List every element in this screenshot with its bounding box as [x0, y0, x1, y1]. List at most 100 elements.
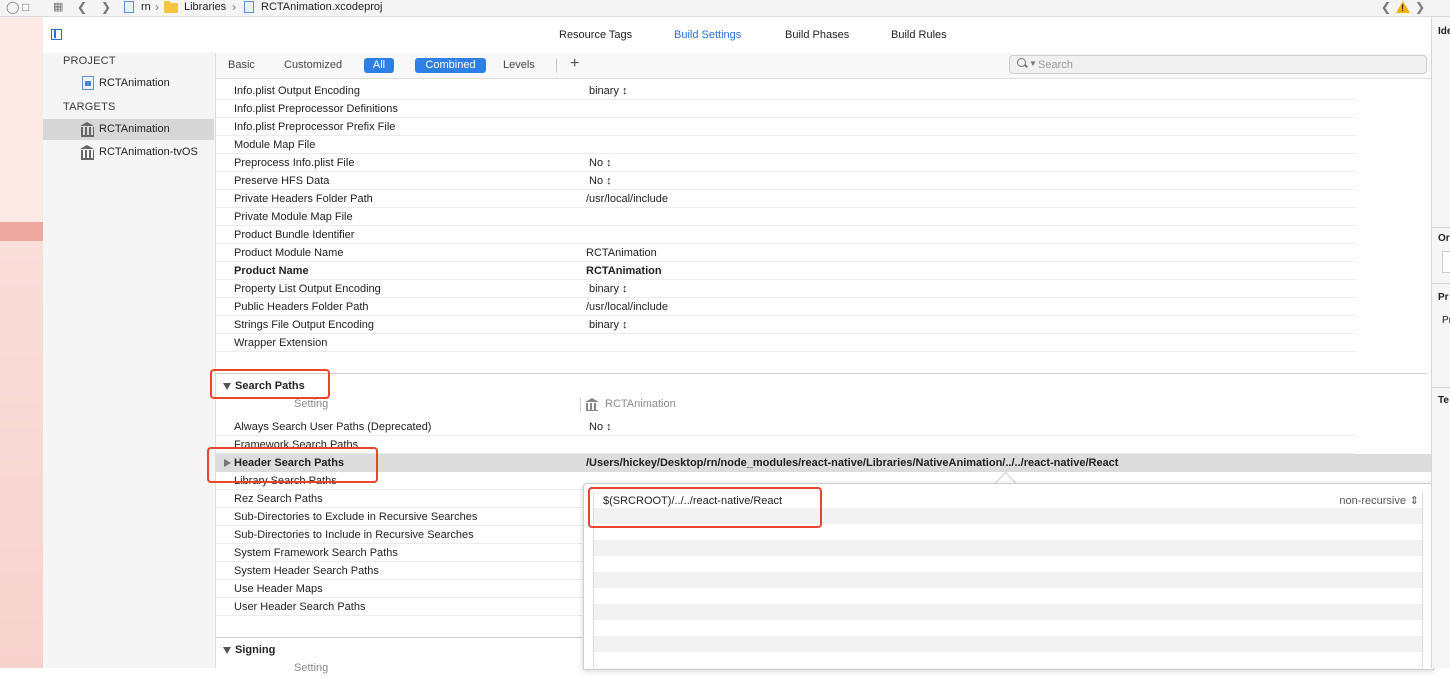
inspector-panel: Ide Or Pr Pr Te — [1431, 17, 1450, 668]
breadcrumb-libraries[interactable]: Libraries — [184, 1, 226, 13]
setting-name: Preserve HFS Data — [234, 175, 330, 187]
table-row[interactable]: Info.plist Preprocessor Definitions — [216, 100, 1356, 118]
breadcrumb-xcodeproj[interactable]: RCTAnimation.xcodeproj — [261, 1, 382, 13]
table-row[interactable]: Strings File Output Encoding binary ↕ — [216, 316, 1356, 334]
editor-tab-bar: Resource Tags Build Settings Build Phase… — [43, 17, 1431, 54]
speech-bubble-icon[interactable]: ◯ — [6, 0, 19, 14]
project-header: PROJECT — [63, 55, 116, 67]
setting-name: Wrapper Extension — [234, 337, 328, 349]
search-field[interactable]: ▼ — [1009, 55, 1427, 74]
setting-name: Module Map File — [234, 139, 316, 151]
inspector-label: Pr — [1442, 315, 1450, 326]
filter-basic[interactable]: Basic — [228, 59, 255, 71]
table-row[interactable]: Always Search User Paths (Deprecated) No … — [216, 418, 1356, 436]
issue-next-chevron-icon[interactable]: ❯ — [1415, 0, 1425, 14]
disclosure-open-icon[interactable] — [223, 647, 231, 654]
annotation-srcroot-value — [588, 487, 822, 528]
target-icon — [80, 122, 95, 137]
setting-name: Info.plist Output Encoding — [234, 85, 360, 97]
table-row[interactable]: Product Bundle Identifier — [216, 226, 1356, 244]
search-input[interactable] — [1038, 57, 1408, 72]
table-row[interactable]: Module Map File — [216, 136, 1356, 154]
project-target-sidebar: PROJECT RCTAnimation TARGETS RCTAnimatio… — [43, 53, 216, 668]
search-icon — [1017, 58, 1026, 67]
project-file-icon — [124, 1, 134, 13]
tab-resource-tags[interactable]: Resource Tags — [559, 29, 632, 41]
breadcrumb-separator-icon: › — [232, 0, 236, 14]
sidebar-item-target-rctanimation[interactable]: RCTAnimation — [43, 119, 214, 140]
comment-icon[interactable]: □ — [22, 0, 29, 14]
table-row[interactable]: Property List Output Encoding binary ↕ — [216, 280, 1356, 298]
tab-build-phases[interactable]: Build Phases — [785, 29, 849, 41]
setting-value[interactable]: /usr/local/include — [586, 193, 668, 205]
table-row[interactable]: Product Module Name RCTAnimation — [216, 244, 1356, 262]
table-row[interactable]: Header Search Paths/Users/hickey/Desktop… — [216, 454, 1431, 472]
table-row[interactable]: Info.plist Output Encoding binary ↕ — [216, 82, 1356, 100]
setting-name: System Header Search Paths — [234, 565, 379, 577]
setting-name: Product Name — [234, 265, 309, 277]
sidebar-item-project[interactable]: RCTAnimation — [43, 73, 214, 94]
view-levels[interactable]: Levels — [503, 59, 535, 71]
filter-divider — [556, 58, 557, 73]
table-row[interactable]: Preprocess Info.plist File No ↕ — [216, 154, 1356, 172]
table-row[interactable]: Preserve HFS Data No ↕ — [216, 172, 1356, 190]
issue-prev-chevron-icon[interactable]: ❮ — [1381, 0, 1391, 14]
inspector-label: Te — [1438, 395, 1449, 406]
add-setting-button[interactable]: + — [570, 55, 579, 73]
setting-name: Strings File Output Encoding — [234, 319, 375, 331]
view-combined[interactable]: Combined — [415, 58, 486, 73]
column-setting-label: Setting — [294, 398, 329, 410]
sidebar-item-target-tvos[interactable]: RCTAnimation-tvOS — [43, 142, 214, 163]
setting-value[interactable]: RCTAnimation — [586, 265, 662, 277]
setting-name: Private Module Map File — [234, 211, 353, 223]
inspector-identity-label: Ide — [1438, 26, 1450, 37]
tab-build-settings[interactable]: Build Settings — [674, 29, 741, 41]
table-row[interactable]: Private Module Map File — [216, 208, 1356, 226]
section-search-paths[interactable]: Search Paths — [216, 373, 1427, 396]
setting-name: Private Headers Folder Path — [234, 193, 373, 205]
setting-name: Always Search User Paths (Deprecated) — [234, 421, 432, 433]
setting-value[interactable]: binary ↕ — [589, 283, 628, 295]
setting-value[interactable]: No ↕ — [589, 175, 612, 187]
table-row[interactable]: Framework Search Paths — [216, 436, 1356, 454]
stepper-arrows-icon[interactable]: ⇕ — [1410, 494, 1419, 507]
forward-chevron-icon[interactable]: ❯ — [101, 0, 111, 14]
table-row[interactable]: Private Headers Folder Path/usr/local/in… — [216, 190, 1356, 208]
filter-customized[interactable]: Customized — [284, 59, 342, 71]
setting-value[interactable]: binary ↕ — [589, 85, 628, 97]
xcodeproj-file-icon — [244, 1, 254, 13]
target-icon — [585, 398, 599, 411]
table-row[interactable]: Wrapper Extension — [216, 334, 1356, 352]
panel-toggle-icon[interactable] — [51, 29, 62, 40]
setting-name: Product Bundle Identifier — [234, 229, 355, 241]
filter-all[interactable]: All — [364, 58, 394, 73]
setting-value[interactable]: /usr/local/include — [586, 301, 668, 313]
table-row[interactable]: Public Headers Folder Path/usr/local/inc… — [216, 298, 1356, 316]
warning-icon[interactable]: ! — [1396, 1, 1410, 13]
setting-value[interactable]: /Users/hickey/Desktop/rn/node_modules/re… — [586, 457, 1118, 469]
path-bar: ◯ □ ▦ ❮ ❯ rn › Libraries › RCTAnimation.… — [0, 0, 1450, 17]
column-setting-label: Setting — [294, 662, 329, 674]
tab-build-rules[interactable]: Build Rules — [891, 29, 947, 41]
sidebar-item-label: RCTAnimation-tvOS — [99, 146, 198, 158]
setting-name: Public Headers Folder Path — [234, 301, 369, 313]
setting-name: Property List Output Encoding — [234, 283, 381, 295]
breadcrumb-separator-icon: › — [155, 0, 159, 14]
chevron-down-icon: ▼ — [1029, 59, 1037, 68]
inspector-label: Pr — [1438, 292, 1449, 303]
recursion-select[interactable]: non-recursive — [1339, 495, 1406, 507]
sidebar-item-label: RCTAnimation — [99, 77, 170, 89]
setting-name: Info.plist Preprocessor Definitions — [234, 103, 398, 115]
back-chevron-icon[interactable]: ❮ — [77, 0, 87, 14]
setting-value[interactable]: RCTAnimation — [586, 247, 657, 259]
setting-name: Sub-Directories to Exclude in Recursive … — [234, 511, 478, 523]
table-row[interactable]: Info.plist Preprocessor Prefix File — [216, 118, 1356, 136]
setting-value[interactable]: No ↕ — [589, 157, 612, 169]
inspector-field[interactable] — [1442, 251, 1450, 273]
breadcrumb-rn[interactable]: rn — [141, 1, 151, 13]
grid-icon[interactable]: ▦ — [53, 0, 63, 13]
setting-name: Product Module Name — [234, 247, 344, 259]
setting-value[interactable]: No ↕ — [589, 421, 612, 433]
setting-value[interactable]: binary ↕ — [589, 319, 628, 331]
table-row[interactable]: Product Name RCTAnimation — [216, 262, 1356, 280]
